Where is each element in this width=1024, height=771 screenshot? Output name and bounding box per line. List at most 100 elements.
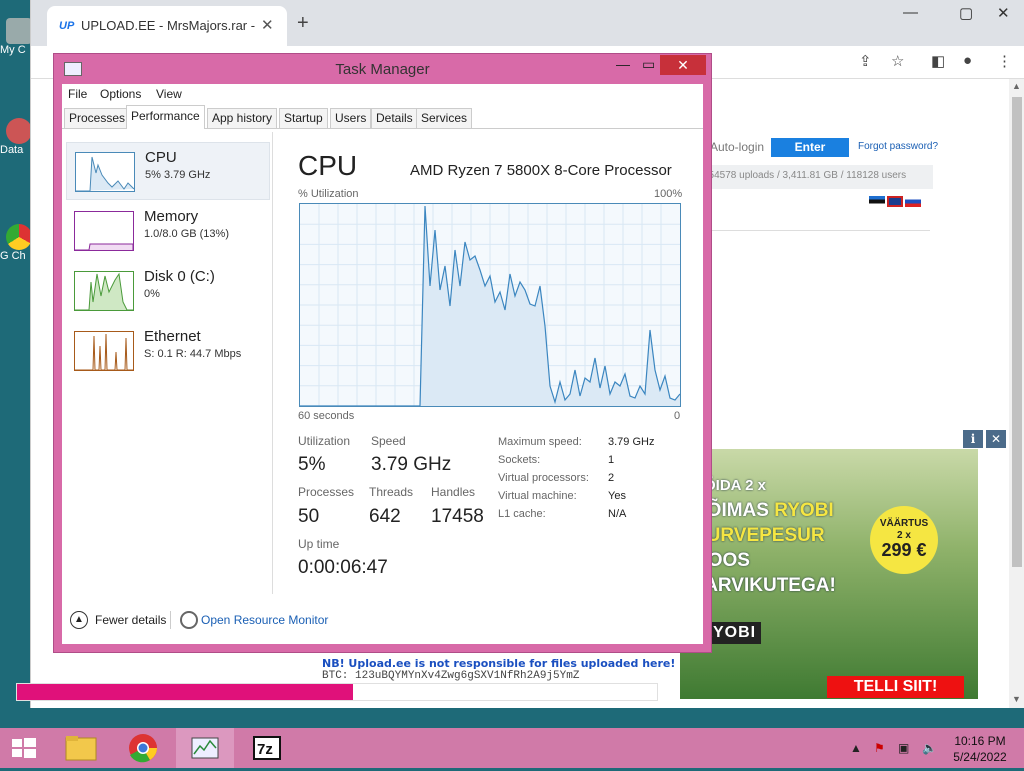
tab-details[interactable]: Details: [371, 108, 418, 128]
perf-sidebar: CPU 5% 3.79 GHz Memory 1.0/8.0 GB (13%) …: [62, 132, 273, 594]
minimize-icon[interactable]: —: [616, 56, 630, 72]
spec-label: Virtual machine:: [498, 490, 577, 502]
chevron-up-icon[interactable]: ▲: [70, 611, 88, 629]
footer: ▲ Fewer details Open Resource Monitor: [62, 608, 703, 638]
favicon-icon: UP: [59, 20, 75, 32]
handles-value: 17458: [431, 506, 484, 527]
memory-thumb-graph: [74, 211, 134, 251]
maximize-icon[interactable]: ▢: [959, 4, 973, 22]
svg-text:7z: 7z: [257, 741, 273, 758]
fewer-details-link[interactable]: Fewer details: [95, 613, 166, 627]
uptime-label: Up time: [298, 537, 340, 551]
speed-label: Speed: [371, 434, 406, 448]
scroll-up-icon[interactable]: ▲: [1012, 81, 1021, 91]
profile-icon[interactable]: ●: [963, 52, 972, 69]
site-stats: 554578 uploads / 3,411.81 GB / 118128 us…: [700, 165, 933, 189]
sidebar-item-label: Ethernet: [144, 328, 201, 345]
sidebar-item-memory[interactable]: Memory 1.0/8.0 GB (13%): [66, 202, 268, 258]
scroll-thumb[interactable]: [1012, 97, 1022, 567]
disk-thumb-graph: [74, 271, 134, 311]
sidebar-item-sub: 5% 3.79 GHz: [145, 169, 211, 181]
russian-flag-icon[interactable]: [905, 196, 921, 207]
utilization-label: Utilization: [298, 434, 351, 448]
sidebar-item-sub: S: 0.1 R: 44.7 Mbps: [144, 348, 242, 360]
ad-close-icon[interactable]: ✕: [986, 430, 1006, 448]
spec-value: 3.79 GHz: [608, 436, 655, 448]
star-icon[interactable]: ☆: [891, 52, 904, 70]
task-manager-body: File Options View Processes Performance …: [62, 84, 703, 644]
menu-icon[interactable]: ⋮: [997, 52, 1012, 70]
estonian-flag-icon[interactable]: [869, 196, 885, 207]
taskbar-7zip[interactable]: 7z: [238, 728, 296, 768]
menu-view[interactable]: View: [156, 87, 182, 101]
progress-fill: [17, 684, 353, 700]
close-window-icon[interactable]: ✕: [997, 4, 1010, 22]
minimize-icon[interactable]: —: [903, 4, 918, 21]
cpu-utilization-graph: [299, 203, 681, 407]
menu-options[interactable]: Options: [100, 87, 141, 101]
network-icon[interactable]: ▣: [898, 741, 909, 755]
tab-services[interactable]: Services: [416, 108, 473, 128]
uk-flag-icon[interactable]: [887, 196, 903, 207]
folder-icon: [65, 736, 97, 761]
tab-app-history[interactable]: App history: [207, 108, 278, 128]
tab-processes[interactable]: Processes: [64, 108, 131, 128]
action-center-icon[interactable]: ⚑: [874, 741, 885, 755]
ad-line: SURVEPESUR: [694, 525, 825, 546]
forgot-password-link[interactable]: Forgot password?: [858, 141, 938, 152]
data-icon: [6, 118, 32, 144]
volume-icon[interactable]: 🔈: [922, 741, 937, 755]
ad-cta-button[interactable]: TELLI SIIT!: [827, 676, 964, 698]
tab-title: UPLOAD.EE - MrsMajors.rar - Do: [81, 18, 257, 33]
tab-startup[interactable]: Startup: [279, 108, 328, 128]
sidebar-item-sub: 0%: [144, 288, 160, 300]
page-title: CPU: [298, 150, 358, 181]
maximize-icon[interactable]: ▭: [642, 56, 655, 73]
menu-bar: File Options View: [62, 84, 703, 104]
7zip-icon: 7z: [253, 736, 281, 760]
cpu-model: AMD Ryzen 7 5800X 8-Core Processor: [410, 162, 672, 179]
windows-icon: [12, 738, 36, 758]
clock-date: 5/24/2022: [953, 750, 1007, 764]
tray-expand-icon[interactable]: ▲: [850, 741, 862, 755]
title-bar[interactable]: Task Manager — ▭ ✕: [54, 54, 711, 84]
sidebar-item-disk[interactable]: Disk 0 (C:) 0%: [66, 262, 268, 318]
advertisement[interactable]: VÕIDA 2 x VÕIMAS RYOBI SURVEPESUR KOOS T…: [680, 449, 978, 699]
start-button[interactable]: [0, 728, 48, 768]
speed-value: 3.79 GHz: [371, 454, 452, 475]
sidebar-icon[interactable]: ◧: [931, 52, 945, 70]
menu-file[interactable]: File: [68, 87, 87, 101]
close-icon[interactable]: ✕: [660, 55, 706, 75]
x-axis-right-label: 0: [674, 410, 681, 422]
processes-value: 50: [298, 506, 320, 527]
window-title: Task Manager: [335, 61, 430, 78]
tab-users[interactable]: Users: [330, 108, 372, 128]
spec-value: 1: [608, 454, 615, 466]
ad-headline: VÕIDA 2 x VÕIMAS RYOBI SURVEPESUR KOOS T…: [694, 473, 836, 598]
taskbar-task-manager[interactable]: [176, 728, 234, 768]
taskbar-chrome[interactable]: [114, 728, 172, 768]
util-axis-label: % Utilization: [298, 188, 359, 200]
taskbar-file-explorer[interactable]: [52, 728, 110, 768]
enter-button[interactable]: Enter: [771, 138, 849, 157]
price-value: 299 €: [881, 540, 927, 560]
utilization-value: 5%: [298, 454, 326, 475]
new-tab-icon[interactable]: +: [297, 12, 309, 35]
tab-performance[interactable]: Performance: [126, 105, 205, 129]
scroll-down-icon[interactable]: ▼: [1012, 694, 1021, 704]
ad-info-icon[interactable]: i: [963, 430, 983, 448]
sidebar-item-label: Memory: [144, 208, 199, 225]
browser-tab[interactable]: UP UPLOAD.EE - MrsMajors.rar - Do ✕: [47, 6, 287, 46]
close-tab-icon[interactable]: ✕: [261, 16, 274, 34]
open-resource-monitor-link[interactable]: Open Resource Monitor: [201, 613, 328, 627]
spec-value: N/A: [608, 508, 627, 520]
divider: [170, 611, 171, 629]
scrollbar[interactable]: ▲ ▼: [1009, 79, 1024, 708]
clock[interactable]: 10:16 PM 5/24/2022: [940, 733, 1020, 765]
sidebar-item-cpu[interactable]: CPU 5% 3.79 GHz: [66, 142, 270, 200]
sidebar-item-ethernet[interactable]: Ethernet S: 0.1 R: 44.7 Mbps: [66, 322, 268, 378]
share-icon[interactable]: ⇪: [859, 52, 872, 70]
task-manager-icon: [191, 737, 219, 759]
sidebar-item-sub: 1.0/8.0 GB (13%): [144, 228, 229, 240]
disclaimer-text: NB! Upload.ee is not responsible for fil…: [322, 657, 676, 670]
